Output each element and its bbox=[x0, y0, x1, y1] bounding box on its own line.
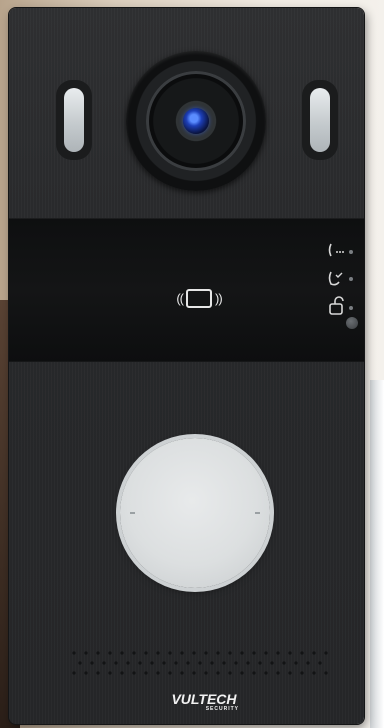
call-button-tick-right bbox=[255, 512, 260, 514]
call-answered-icon bbox=[327, 269, 353, 286]
ir-light-left bbox=[56, 80, 92, 160]
speaker-grille bbox=[72, 651, 328, 675]
call-button[interactable] bbox=[120, 438, 270, 588]
glass-band: (()) bbox=[9, 218, 364, 362]
call-button-tick-left bbox=[130, 512, 135, 514]
door-unlocked-icon bbox=[327, 296, 353, 315]
camera-pupil bbox=[183, 108, 209, 134]
rfid-card-icon[interactable]: (()) bbox=[169, 282, 229, 314]
status-led bbox=[346, 317, 358, 329]
background-wall-right bbox=[370, 380, 384, 728]
camera-lens bbox=[146, 71, 246, 171]
intercom-panel: (()) VULTECH SECURITY bbox=[9, 8, 364, 724]
brand-logo: VULTECH SECURITY bbox=[159, 692, 249, 712]
ir-light-right bbox=[302, 80, 338, 160]
call-in-progress-icon bbox=[327, 242, 353, 258]
brand-name: VULTECH bbox=[171, 691, 237, 707]
camera bbox=[126, 51, 266, 191]
